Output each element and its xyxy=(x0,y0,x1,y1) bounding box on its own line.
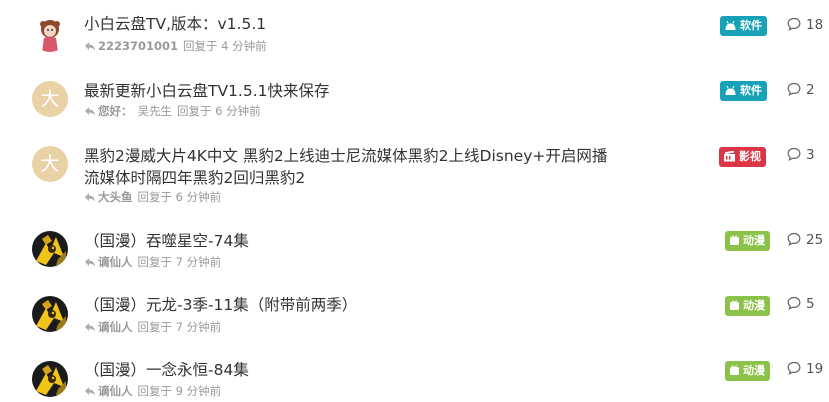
avatar[interactable] xyxy=(32,16,68,52)
badge-label: 动漫 xyxy=(743,364,765,377)
badge-label: 动漫 xyxy=(743,299,765,312)
tv-icon xyxy=(730,235,739,245)
reply-time: 回复于 6 分钟前 xyxy=(177,104,261,118)
thread-meta: 谪仙人 回复于 9 分钟前 xyxy=(84,384,221,398)
reply-count-value: 18 xyxy=(806,17,824,33)
thread-meta: 谪仙人 回复于 7 分钟前 xyxy=(84,320,221,334)
comment-icon xyxy=(787,17,801,31)
reply-time: 回复于 4 分钟前 xyxy=(183,39,267,53)
thread-title[interactable]: 小白云盘TV,版本：v1.5.1 xyxy=(84,13,624,35)
thread-meta: 您好： 吴先生 回复于 6 分钟前 xyxy=(84,104,261,118)
category-badge[interactable]: 影视 xyxy=(719,147,766,167)
reply-icon xyxy=(85,258,95,267)
badge-label: 软件 xyxy=(740,19,762,32)
thread-title-line: 流媒体时隔四年黑豹2回归黑豹2 xyxy=(84,169,306,187)
monkey-avatar-icon xyxy=(32,231,68,267)
reply-count: 3 xyxy=(787,147,815,163)
thread-list: 小白云盘TV,版本：v1.5.1 2223701001 回复于 4 分钟前 软件 … xyxy=(0,0,829,402)
reply-count-value: 5 xyxy=(806,296,815,312)
reply-count-value: 3 xyxy=(806,147,815,163)
doll-avatar-icon xyxy=(32,16,68,52)
comment-icon xyxy=(787,147,801,161)
thread-meta: 大头鱼 回复于 6 分钟前 xyxy=(84,190,221,204)
comment-icon xyxy=(787,361,801,375)
comment-icon xyxy=(787,82,801,96)
category-badge[interactable]: 动漫 xyxy=(725,231,770,251)
reply-user[interactable]: 您好： xyxy=(98,104,133,118)
thread-title[interactable]: （国漫）元龙-3季-11集（附带前两季） xyxy=(84,294,624,316)
reply-icon xyxy=(85,387,95,396)
reply-count: 25 xyxy=(787,232,823,248)
comment-icon xyxy=(787,232,801,246)
avatar[interactable] xyxy=(32,231,68,267)
android-icon xyxy=(725,85,736,95)
badge-label: 动漫 xyxy=(743,234,765,247)
film-icon xyxy=(724,151,735,162)
monkey-avatar-icon xyxy=(32,296,68,332)
comment-icon xyxy=(787,296,801,310)
reply-count: 5 xyxy=(787,296,815,312)
category-badge[interactable]: 软件 xyxy=(720,16,767,36)
reply-user[interactable]: 大头鱼 xyxy=(98,190,133,204)
avatar[interactable]: 大 xyxy=(32,81,68,117)
badge-label: 影视 xyxy=(739,150,761,163)
avatar[interactable]: 大 xyxy=(32,146,68,182)
reply-time: 回复于 6 分钟前 xyxy=(137,190,222,204)
reply-time: 回复于 9 分钟前 xyxy=(137,384,222,398)
category-badge[interactable]: 动漫 xyxy=(725,296,770,316)
thread-title[interactable]: （国漫）吞噬星空-74集 xyxy=(84,230,624,252)
avatar[interactable] xyxy=(32,361,68,397)
tv-icon xyxy=(730,365,739,375)
category-badge[interactable]: 动漫 xyxy=(725,361,770,381)
reply-user[interactable]: 谪仙人 xyxy=(98,320,133,334)
reply-count: 19 xyxy=(787,361,823,377)
badge-label: 软件 xyxy=(740,84,762,97)
reply-icon xyxy=(85,107,95,116)
reply-count-value: 2 xyxy=(806,82,815,98)
reply-user-name: 吴先生 xyxy=(137,104,173,118)
thread-title[interactable]: （国漫）一念永恒-84集 xyxy=(84,359,624,381)
thread-title[interactable]: 最新更新小白云盘TV1.5.1快来保存 xyxy=(84,80,624,102)
reply-count: 2 xyxy=(787,82,815,98)
reply-count-value: 25 xyxy=(806,232,824,248)
thread-meta: 2223701001 回复于 4 分钟前 xyxy=(84,39,267,53)
category-badge[interactable]: 软件 xyxy=(720,81,767,101)
reply-user[interactable]: 谪仙人 xyxy=(98,255,133,269)
reply-icon xyxy=(85,323,95,332)
tv-icon xyxy=(730,300,739,310)
thread-title[interactable]: 黑豹2漫威大片4K中文 黑豹2上线迪士尼流媒体黑豹2上线Disney+开启网播 … xyxy=(84,145,704,189)
reply-user[interactable]: 谪仙人 xyxy=(98,384,133,398)
reply-count: 18 xyxy=(787,17,823,33)
reply-count-value: 19 xyxy=(806,361,824,377)
reply-user[interactable]: 2223701001 xyxy=(98,39,178,53)
thread-meta: 谪仙人 回复于 7 分钟前 xyxy=(84,255,221,269)
reply-icon xyxy=(85,193,95,202)
avatar[interactable] xyxy=(32,296,68,332)
reply-icon xyxy=(85,42,95,51)
monkey-avatar-icon xyxy=(32,361,68,397)
reply-time: 回复于 7 分钟前 xyxy=(137,255,222,269)
android-icon xyxy=(725,20,736,30)
reply-time: 回复于 7 分钟前 xyxy=(137,320,222,334)
thread-title-line: 黑豹2漫威大片4K中文 黑豹2上线迪士尼流媒体黑豹2上线Disney+开启网播 xyxy=(84,147,608,165)
